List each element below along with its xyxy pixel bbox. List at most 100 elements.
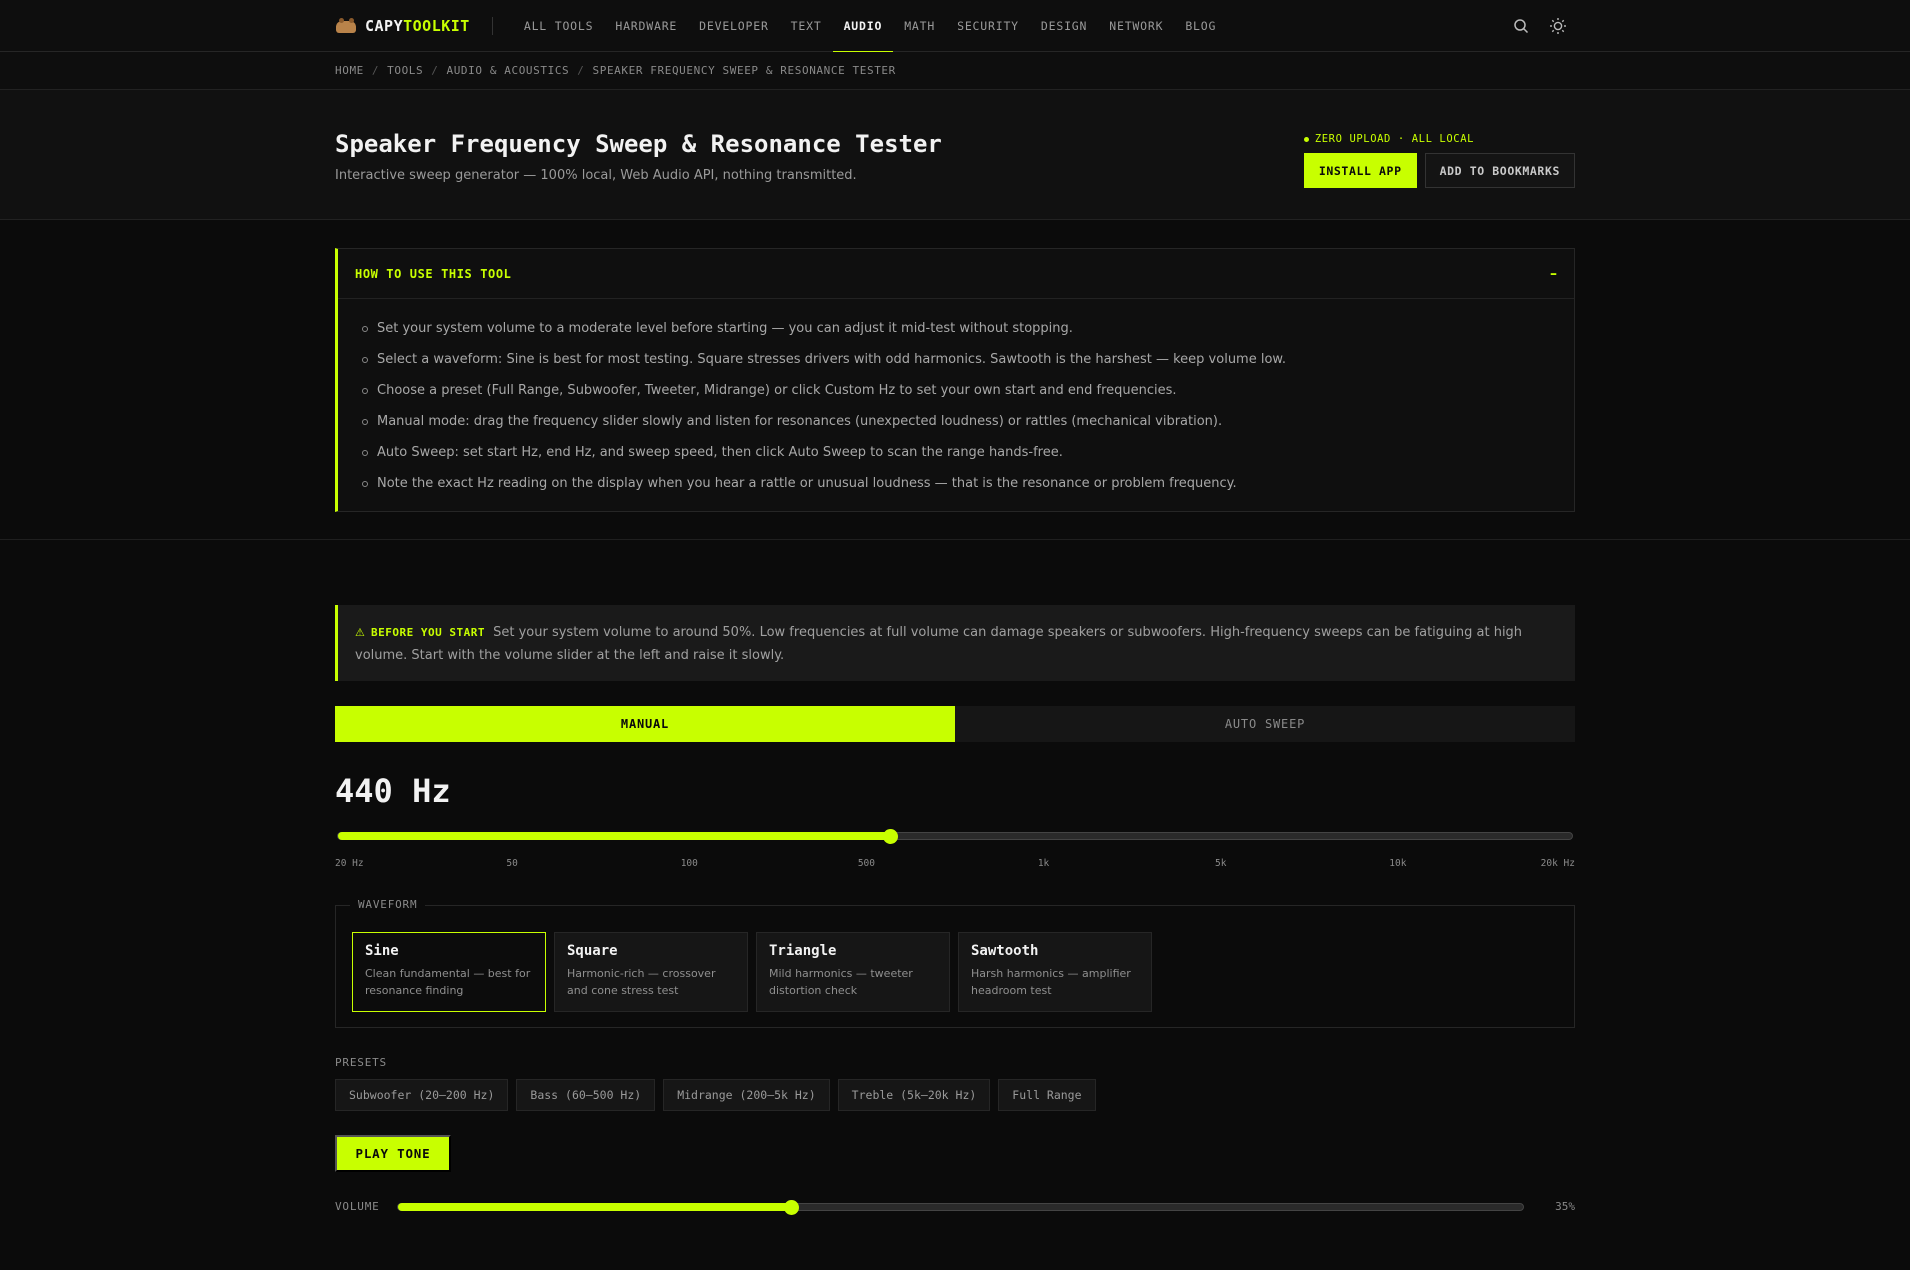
how-to-item: Choose a preset (Full Range, Subwoofer, …	[362, 375, 1574, 406]
how-to-title: HOW TO USE THIS TOOL	[355, 266, 512, 281]
nav-links: ALL TOOLS HARDWARE DEVELOPER TEXT AUDIO MATH S…	[513, 0, 1227, 53]
waveform-group: WAVEFORM Sine Clean fundamental — best fo…	[335, 898, 1575, 1028]
volume-slider-thumb[interactable]	[784, 1199, 800, 1215]
breadcrumb-separator: /	[577, 64, 585, 77]
how-to-item-text: Set your system volume to a moderate lev…	[377, 321, 1073, 336]
page-header: Speaker Frequency Sweep & Resonance Test…	[0, 90, 1910, 220]
brand-logo[interactable]: CAPYTOOLKIT	[335, 17, 470, 35]
volume-slider-fill	[398, 1203, 792, 1211]
waveform-option-name: Sawtooth	[971, 943, 1039, 959]
bullet-icon	[362, 480, 368, 487]
waveform-legend: WAVEFORM	[350, 898, 426, 911]
frequency-readout: 440 Hz	[335, 772, 451, 810]
nav-link-math[interactable]: MATH	[893, 0, 946, 52]
presets-label: PRESETS	[335, 1056, 387, 1069]
how-to-item: Auto Sweep: set start Hz, end Hz, and sw…	[362, 437, 1574, 468]
how-to-header[interactable]: HOW TO USE THIS TOOL –	[338, 249, 1574, 299]
nav-link-blog[interactable]: BLOG	[1174, 0, 1227, 52]
frequency-scale: 20 Hz 50 100 500 1k 5k 10k 20k Hz	[335, 858, 1575, 872]
nav-link-security[interactable]: SECURITY	[946, 0, 1030, 52]
preset-button-subwoofer-20-200-hz[interactable]: Subwoofer (20–200 Hz)	[335, 1079, 509, 1111]
nav-link-design[interactable]: DESIGN	[1030, 0, 1098, 52]
tab-auto-sweep[interactable]: AUTO SWEEP	[955, 706, 1575, 742]
bullet-icon	[362, 356, 368, 363]
frequency-slider-thumb[interactable]	[882, 828, 898, 844]
how-to-item-text: Note the exact Hz reading on the display…	[377, 476, 1237, 491]
nav-link-network[interactable]: NETWORK	[1098, 0, 1174, 52]
frequency-tick-label: 50	[506, 858, 518, 869]
breadcrumb-item[interactable]: TOOLS	[387, 64, 423, 77]
frequency-tick-label: 500	[857, 858, 876, 869]
waveform-option-name: Square	[567, 943, 618, 959]
status-dot-icon	[1303, 136, 1309, 142]
waveform-option-name: Sine	[365, 943, 399, 959]
breadcrumb-separator: /	[371, 64, 380, 77]
preset-button-midrange-200-5k-hz[interactable]: Midrange (200–5k Hz)	[663, 1079, 830, 1111]
breadcrumb-bar: HOME / TOOLS / AUDIO & ACOUSTICS / SPEAKER FRE…	[0, 52, 1910, 90]
play-tone-button[interactable]: PLAY TONE	[335, 1135, 451, 1172]
warning-text: Set your system volume to around 50%. Lo…	[355, 625, 1523, 663]
breadcrumb: HOME / TOOLS / AUDIO & ACOUSTICS / SPEAKER FRE…	[335, 64, 896, 77]
waveform-option-sawtooth[interactable]: Sawtooth Harsh harmonics — amplifier head…	[958, 932, 1152, 1012]
frequency-tick-label: 5k	[1214, 858, 1227, 869]
waveform-option-square[interactable]: Square Harmonic-rich — crossover and cone…	[554, 932, 748, 1012]
bullet-icon	[362, 449, 368, 456]
how-to-item: Set your system volume to a moderate lev…	[362, 313, 1574, 344]
top-nav: CAPYTOOLKIT ALL TOOLS HARDWARE DEVELOPER TE…	[0, 0, 1910, 53]
waveform-option-sine[interactable]: Sine Clean fundamental — best for resonan…	[352, 932, 546, 1012]
sun-icon[interactable]	[1549, 17, 1567, 35]
local-badge-text: ZERO UPLOAD · ALL LOCAL	[1314, 133, 1475, 145]
bullet-icon	[362, 325, 368, 332]
nav-link-developer[interactable]: DEVELOPER	[688, 0, 780, 52]
search-icon[interactable]	[1513, 18, 1529, 34]
breadcrumb-separator: /	[431, 64, 439, 77]
bullet-icon	[362, 387, 368, 394]
frequency-slider-fill	[338, 832, 891, 840]
preset-button-full-range[interactable]: Full Range	[998, 1079, 1096, 1111]
tab-manual[interactable]: MANUAL	[335, 706, 955, 742]
brand-name-part2: TOOLKIT	[403, 17, 470, 35]
nav-link-hardware[interactable]: HARDWARE	[604, 0, 688, 52]
waveform-option-desc: Mild harmonics — tweeter distortion chec…	[769, 967, 913, 997]
local-badge: ZERO UPLOAD · ALL LOCAL	[1303, 133, 1475, 145]
preset-button-bass-60-500-hz[interactable]: Bass (60–500 Hz)	[516, 1079, 656, 1111]
how-to-item-text: Choose a preset (Full Range, Subwoofer, …	[377, 383, 1177, 398]
volume-value: 35%	[1555, 1200, 1575, 1213]
how-to-item-text: Auto Sweep: set start Hz, end Hz, and sw…	[377, 445, 1063, 460]
nav-link-all-tools[interactable]: ALL TOOLS	[513, 0, 605, 52]
waveform-option-name: Triangle	[769, 943, 837, 959]
nav-link-text[interactable]: TEXT	[780, 0, 833, 52]
frequency-tick-label: 20 Hz	[335, 858, 364, 869]
frequency-tick-label: 100	[680, 858, 698, 869]
how-to-panel: HOW TO USE THIS TOOL – Set your system v…	[335, 248, 1575, 512]
how-to-item: Manual mode: drag the frequency slider s…	[362, 406, 1574, 437]
volume-slider[interactable]	[397, 1199, 1524, 1215]
collapse-icon[interactable]: –	[1550, 266, 1557, 282]
waveform-option-desc: Clean fundamental — best for resonance f…	[365, 967, 531, 997]
frequency-slider[interactable]	[337, 828, 1573, 844]
breadcrumb-item[interactable]: HOME	[335, 64, 364, 77]
install-app-button[interactable]: INSTALL APP	[1303, 153, 1417, 188]
warning-banner: ⚠ BEFORE YOU START Set your system volum…	[335, 605, 1575, 681]
nav-divider	[491, 17, 493, 35]
warning-label: BEFORE YOU START	[371, 626, 485, 639]
preset-button-treble-5k-20k-hz[interactable]: Treble (5k–20k Hz)	[837, 1079, 991, 1111]
how-to-list: Set your system volume to a moderate lev…	[338, 299, 1574, 499]
nav-link-audio[interactable]: AUDIO	[832, 0, 894, 53]
add-bookmark-button[interactable]: ADD TO BOOKMARKS	[1424, 153, 1575, 188]
capybara-icon	[335, 18, 357, 34]
warning-triangle-icon: ⚠	[355, 626, 365, 639]
page-subtitle: Interactive sweep generator — 100% local…	[335, 168, 857, 183]
page-title: Speaker Frequency Sweep & Resonance Test…	[335, 130, 942, 158]
breadcrumb-item[interactable]: AUDIO & ACOUSTICS	[446, 64, 569, 77]
volume-label: VOLUME	[335, 1200, 380, 1213]
waveform-option-triangle[interactable]: Triangle Mild harmonics — tweeter distort…	[756, 932, 950, 1012]
mode-tabs: MANUAL AUTO SWEEP	[335, 706, 1575, 742]
frequency-tick-label: 10k	[1389, 858, 1407, 869]
frequency-tick-label: 1k	[1037, 858, 1050, 869]
how-to-item: Select a waveform: Sine is best for most…	[362, 344, 1574, 375]
brand-name-part1: CAPY	[365, 17, 404, 35]
bullet-icon	[362, 418, 368, 425]
how-to-item-text: Manual mode: drag the frequency slider s…	[377, 414, 1223, 429]
how-to-item-text: Select a waveform: Sine is best for most…	[377, 352, 1286, 367]
